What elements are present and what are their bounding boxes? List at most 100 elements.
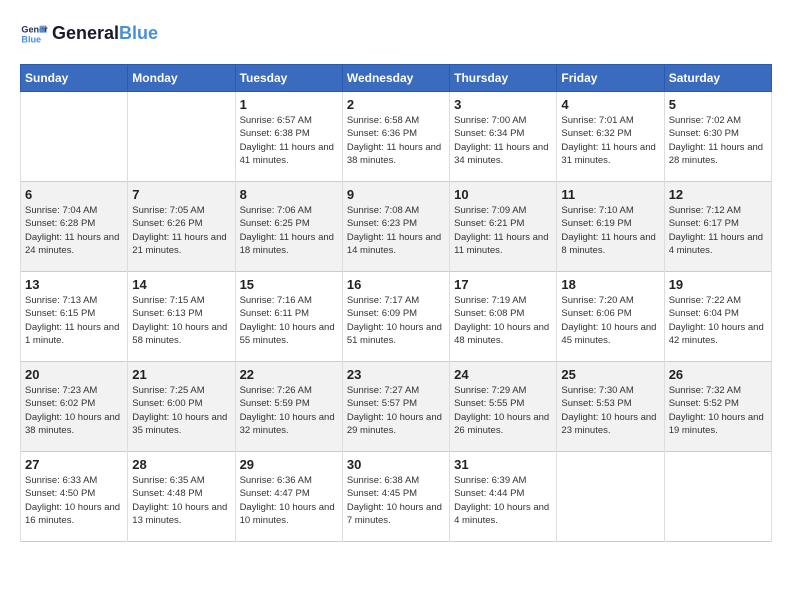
page-header: General Blue GeneralBlue xyxy=(20,20,772,48)
day-info: Sunrise: 7:00 AM Sunset: 6:34 PM Dayligh… xyxy=(454,114,552,167)
calendar-cell: 16 Sunrise: 7:17 AM Sunset: 6:09 PM Dayli… xyxy=(342,272,449,362)
calendar-cell: 14 Sunrise: 7:15 AM Sunset: 6:13 PM Dayli… xyxy=(128,272,235,362)
day-info: Sunrise: 7:06 AM Sunset: 6:25 PM Dayligh… xyxy=(240,204,338,257)
weekday-header: Thursday xyxy=(450,65,557,92)
calendar-cell: 11 Sunrise: 7:10 AM Sunset: 6:19 PM Dayli… xyxy=(557,182,664,272)
day-number: 31 xyxy=(454,457,552,472)
day-info: Sunrise: 7:19 AM Sunset: 6:08 PM Dayligh… xyxy=(454,294,552,347)
calendar-cell: 8Sunrise: 7:06 AM Sunset: 6:25 PM Daylig… xyxy=(235,182,342,272)
calendar-cell: 6 Sunrise: 7:04 AM Sunset: 6:28 PM Daylig… xyxy=(21,182,128,272)
calendar-cell: 18 Sunrise: 7:20 AM Sunset: 6:06 PM Dayli… xyxy=(557,272,664,362)
logo-icon: General Blue xyxy=(20,20,48,48)
day-number: 26 xyxy=(669,367,767,382)
calendar-week-row: 6 Sunrise: 7:04 AM Sunset: 6:28 PM Daylig… xyxy=(21,182,772,272)
weekday-header: Sunday xyxy=(21,65,128,92)
day-number: 9 xyxy=(347,187,445,202)
day-number: 7 xyxy=(132,187,230,202)
weekday-header: Saturday xyxy=(664,65,771,92)
calendar-cell xyxy=(557,452,664,542)
day-info: Sunrise: 7:01 AM Sunset: 6:32 PM Dayligh… xyxy=(561,114,659,167)
weekday-header: Monday xyxy=(128,65,235,92)
day-number: 3 xyxy=(454,97,552,112)
weekday-header: Wednesday xyxy=(342,65,449,92)
day-number: 30 xyxy=(347,457,445,472)
day-number: 22 xyxy=(240,367,338,382)
day-info: Sunrise: 7:15 AM Sunset: 6:13 PM Dayligh… xyxy=(132,294,230,347)
day-info: Sunrise: 7:17 AM Sunset: 6:09 PM Dayligh… xyxy=(347,294,445,347)
day-number: 24 xyxy=(454,367,552,382)
day-number: 11 xyxy=(561,187,659,202)
logo: General Blue GeneralBlue xyxy=(20,20,158,48)
day-info: Sunrise: 7:23 AM Sunset: 6:02 PM Dayligh… xyxy=(25,384,123,437)
calendar-cell xyxy=(128,92,235,182)
day-info: Sunrise: 7:22 AM Sunset: 6:04 PM Dayligh… xyxy=(669,294,767,347)
calendar-cell: 10 Sunrise: 7:09 AM Sunset: 6:21 PM Dayli… xyxy=(450,182,557,272)
day-number: 17 xyxy=(454,277,552,292)
day-info: Sunrise: 7:20 AM Sunset: 6:06 PM Dayligh… xyxy=(561,294,659,347)
calendar-week-row: 27Sunrise: 6:33 AM Sunset: 4:50 PM Dayli… xyxy=(21,452,772,542)
calendar-cell: 25 Sunrise: 7:30 AM Sunset: 5:53 PM Dayli… xyxy=(557,362,664,452)
day-number: 20 xyxy=(25,367,123,382)
day-info: Sunrise: 7:10 AM Sunset: 6:19 PM Dayligh… xyxy=(561,204,659,257)
day-number: 14 xyxy=(132,277,230,292)
calendar-cell: 19 Sunrise: 7:22 AM Sunset: 6:04 PM Dayli… xyxy=(664,272,771,362)
day-number: 28 xyxy=(132,457,230,472)
calendar-week-row: 20 Sunrise: 7:23 AM Sunset: 6:02 PM Dayli… xyxy=(21,362,772,452)
day-number: 4 xyxy=(561,97,659,112)
calendar-cell: 27Sunrise: 6:33 AM Sunset: 4:50 PM Dayli… xyxy=(21,452,128,542)
day-number: 6 xyxy=(25,187,123,202)
day-info: Sunrise: 7:32 AM Sunset: 5:52 PM Dayligh… xyxy=(669,384,767,437)
day-number: 18 xyxy=(561,277,659,292)
day-info: Sunrise: 7:04 AM Sunset: 6:28 PM Dayligh… xyxy=(25,204,123,257)
calendar-cell: 13 Sunrise: 7:13 AM Sunset: 6:15 PM Dayli… xyxy=(21,272,128,362)
day-info: Sunrise: 7:02 AM Sunset: 6:30 PM Dayligh… xyxy=(669,114,767,167)
calendar-cell: 7 Sunrise: 7:05 AM Sunset: 6:26 PM Daylig… xyxy=(128,182,235,272)
calendar-cell: 21 Sunrise: 7:25 AM Sunset: 6:00 PM Dayli… xyxy=(128,362,235,452)
day-info: Sunrise: 6:36 AM Sunset: 4:47 PM Dayligh… xyxy=(240,474,338,527)
day-info: Sunrise: 7:13 AM Sunset: 6:15 PM Dayligh… xyxy=(25,294,123,347)
day-number: 15 xyxy=(240,277,338,292)
calendar-cell: 29 Sunrise: 6:36 AM Sunset: 4:47 PM Dayli… xyxy=(235,452,342,542)
day-info: Sunrise: 7:25 AM Sunset: 6:00 PM Dayligh… xyxy=(132,384,230,437)
calendar-cell: 24 Sunrise: 7:29 AM Sunset: 5:55 PM Dayli… xyxy=(450,362,557,452)
day-info: Sunrise: 7:05 AM Sunset: 6:26 PM Dayligh… xyxy=(132,204,230,257)
day-number: 19 xyxy=(669,277,767,292)
day-number: 21 xyxy=(132,367,230,382)
day-info: Sunrise: 7:16 AM Sunset: 6:11 PM Dayligh… xyxy=(240,294,338,347)
day-number: 13 xyxy=(25,277,123,292)
calendar-cell: 2 Sunrise: 6:58 AM Sunset: 6:36 PM Daylig… xyxy=(342,92,449,182)
calendar-cell: 30Sunrise: 6:38 AM Sunset: 4:45 PM Dayli… xyxy=(342,452,449,542)
calendar-cell: 4 Sunrise: 7:01 AM Sunset: 6:32 PM Daylig… xyxy=(557,92,664,182)
calendar-cell: 15 Sunrise: 7:16 AM Sunset: 6:11 PM Dayli… xyxy=(235,272,342,362)
day-number: 5 xyxy=(669,97,767,112)
day-info: Sunrise: 6:35 AM Sunset: 4:48 PM Dayligh… xyxy=(132,474,230,527)
svg-text:Blue: Blue xyxy=(21,34,41,44)
calendar-cell: 28 Sunrise: 6:35 AM Sunset: 4:48 PM Dayli… xyxy=(128,452,235,542)
calendar-cell: 12Sunrise: 7:12 AM Sunset: 6:17 PM Dayli… xyxy=(664,182,771,272)
day-info: Sunrise: 7:27 AM Sunset: 5:57 PM Dayligh… xyxy=(347,384,445,437)
calendar-cell: 5 Sunrise: 7:02 AM Sunset: 6:30 PM Daylig… xyxy=(664,92,771,182)
weekday-header: Friday xyxy=(557,65,664,92)
day-number: 2 xyxy=(347,97,445,112)
calendar-cell: 20 Sunrise: 7:23 AM Sunset: 6:02 PM Dayli… xyxy=(21,362,128,452)
day-info: Sunrise: 7:29 AM Sunset: 5:55 PM Dayligh… xyxy=(454,384,552,437)
day-number: 23 xyxy=(347,367,445,382)
day-number: 25 xyxy=(561,367,659,382)
day-number: 16 xyxy=(347,277,445,292)
day-info: Sunrise: 7:09 AM Sunset: 6:21 PM Dayligh… xyxy=(454,204,552,257)
day-info: Sunrise: 6:39 AM Sunset: 4:44 PM Dayligh… xyxy=(454,474,552,527)
day-number: 27 xyxy=(25,457,123,472)
calendar-cell: 9Sunrise: 7:08 AM Sunset: 6:23 PM Daylig… xyxy=(342,182,449,272)
day-info: Sunrise: 6:58 AM Sunset: 6:36 PM Dayligh… xyxy=(347,114,445,167)
calendar-week-row: 1Sunrise: 6:57 AM Sunset: 6:38 PM Daylig… xyxy=(21,92,772,182)
calendar-cell: 17 Sunrise: 7:19 AM Sunset: 6:08 PM Dayli… xyxy=(450,272,557,362)
day-info: Sunrise: 6:57 AM Sunset: 6:38 PM Dayligh… xyxy=(240,114,338,167)
day-number: 10 xyxy=(454,187,552,202)
logo-text: GeneralBlue xyxy=(52,24,158,44)
calendar-header-row: SundayMondayTuesdayWednesdayThursdayFrid… xyxy=(21,65,772,92)
day-number: 29 xyxy=(240,457,338,472)
day-info: Sunrise: 7:12 AM Sunset: 6:17 PM Dayligh… xyxy=(669,204,767,257)
calendar-cell: 1Sunrise: 6:57 AM Sunset: 6:38 PM Daylig… xyxy=(235,92,342,182)
day-info: Sunrise: 7:30 AM Sunset: 5:53 PM Dayligh… xyxy=(561,384,659,437)
calendar-cell: 31 Sunrise: 6:39 AM Sunset: 4:44 PM Dayli… xyxy=(450,452,557,542)
